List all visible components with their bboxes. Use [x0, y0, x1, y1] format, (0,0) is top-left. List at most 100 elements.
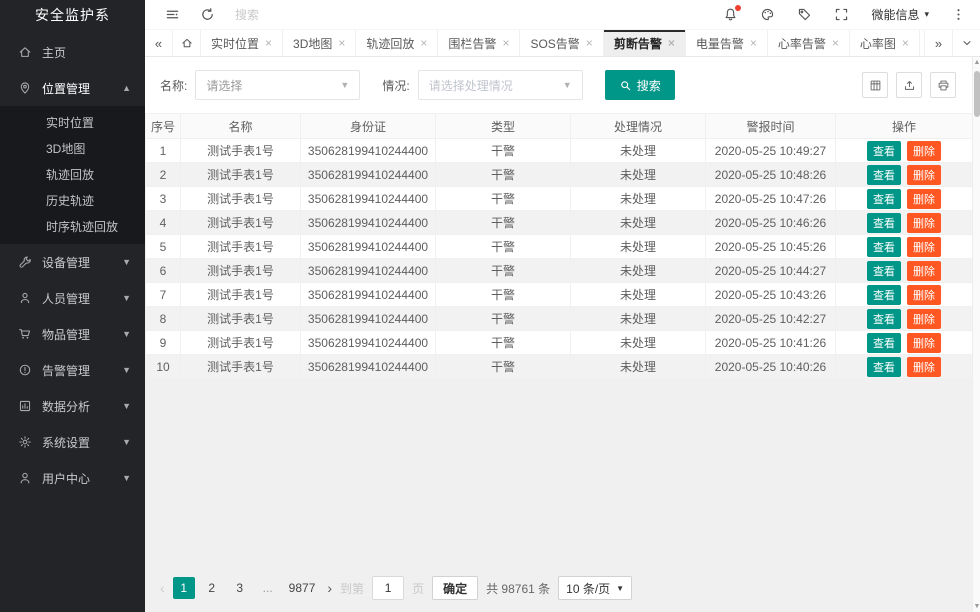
sidebar-subitem[interactable]: 轨迹回放 [0, 162, 145, 188]
sidebar-subitem[interactable]: 3D地图 [0, 136, 145, 162]
search-button[interactable]: 搜索 [605, 70, 675, 100]
page-number[interactable]: 3 [229, 577, 251, 599]
search-button-label: 搜索 [637, 77, 661, 94]
total-count-label: 共 98761 条 [486, 580, 550, 597]
fullscreen-icon[interactable] [834, 7, 849, 22]
page-ellipsis: ... [257, 577, 279, 599]
tab-item[interactable]: 电子点名统计图× [920, 30, 924, 56]
tab-item[interactable]: SOS告警× [520, 30, 603, 56]
tabs-scroll-right-icon[interactable]: » [924, 30, 952, 56]
user-menu[interactable]: 微能信息 ▾ [871, 6, 929, 23]
scroll-up-icon[interactable]: ▲ [973, 58, 980, 67]
delete-button[interactable]: 删除 [907, 309, 941, 329]
tab-item[interactable]: 实时位置× [201, 30, 283, 56]
delete-button[interactable]: 删除 [907, 189, 941, 209]
bell-icon[interactable] [723, 7, 738, 22]
table-row: 2测试手表1号350628199410244400干警未处理2020-05-25… [146, 163, 973, 187]
tab-item[interactable]: 心率告警× [768, 30, 850, 56]
delete-button[interactable]: 删除 [907, 165, 941, 185]
prev-page-icon[interactable]: ‹ [160, 577, 165, 599]
page-number[interactable]: 1 [173, 577, 195, 599]
tab-item[interactable]: 3D地图× [283, 30, 356, 56]
column-header: 类型 [436, 114, 571, 139]
tab-item[interactable]: 剪断告警× [604, 30, 686, 56]
tab-close-icon[interactable]: × [265, 37, 272, 49]
tab-item[interactable]: 轨迹回放× [356, 30, 438, 56]
sidebar-subitem[interactable]: 实时位置 [0, 110, 145, 136]
view-button[interactable]: 查看 [867, 141, 901, 161]
sidebar-item-people[interactable]: 人员管理▼ [0, 280, 145, 316]
tab-close-icon[interactable]: × [502, 37, 509, 49]
delete-button[interactable]: 删除 [907, 141, 941, 161]
more-menu-icon[interactable] [951, 7, 966, 22]
export-icon[interactable] [896, 72, 922, 98]
cell-id_card: 350628199410244400 [301, 259, 436, 283]
table-row: 5测试手表1号350628199410244400干警未处理2020-05-25… [146, 235, 973, 259]
tab-close-icon[interactable]: × [420, 37, 427, 49]
view-button[interactable]: 查看 [867, 189, 901, 209]
status-filter-select[interactable]: 请选择处理情况 ▼ [418, 70, 583, 100]
view-button[interactable]: 查看 [867, 261, 901, 281]
delete-button[interactable]: 删除 [907, 285, 941, 305]
tabs-scroll-left-icon[interactable]: « [145, 30, 173, 56]
tab-close-icon[interactable]: × [832, 37, 839, 49]
tab-item[interactable]: 围栏告警× [438, 30, 520, 56]
delete-button[interactable]: 删除 [907, 213, 941, 233]
view-button[interactable]: 查看 [867, 237, 901, 257]
page-size-select[interactable]: 10 条/页 ▼ [558, 576, 632, 600]
sidebar-item-chart[interactable]: 数据分析▼ [0, 388, 145, 424]
sidebar-item-location[interactable]: 位置管理▲ [0, 70, 145, 106]
sidebar-item-tools[interactable]: 设备管理▼ [0, 244, 145, 280]
sidebar-item-alert[interactable]: 告警管理▼ [0, 352, 145, 388]
view-button[interactable]: 查看 [867, 357, 901, 377]
refresh-icon[interactable] [200, 7, 215, 22]
tab-close-icon[interactable]: × [902, 37, 909, 49]
tab-close-icon[interactable]: × [586, 37, 593, 49]
search-input[interactable] [235, 8, 345, 22]
view-button[interactable]: 查看 [867, 213, 901, 233]
scrollbar-thumb[interactable] [974, 71, 980, 117]
sidebar-item-gear[interactable]: 系统设置▼ [0, 424, 145, 460]
cell-actions: 查看删除 [836, 211, 973, 235]
tab-item[interactable]: 心率图 × [850, 30, 920, 56]
tabs-dropdown-icon[interactable] [952, 30, 980, 56]
name-filter-select[interactable]: 请选择 ▼ [195, 70, 360, 100]
cell-name: 测试手表1号 [181, 211, 301, 235]
goto-confirm-button[interactable]: 确定 [432, 576, 478, 600]
cell-time: 2020-05-25 10:48:26 [706, 163, 836, 187]
delete-button[interactable]: 删除 [907, 237, 941, 257]
sidebar-item-cart[interactable]: 物品管理▼ [0, 316, 145, 352]
vertical-scrollbar[interactable]: ▲ ▼ [972, 57, 980, 612]
view-button[interactable]: 查看 [867, 309, 901, 329]
sidebar-subitem[interactable]: 时序轨迹回放 [0, 214, 145, 240]
tab-label: 心率图 [860, 35, 896, 52]
tabs-container: 实时位置×3D地图×轨迹回放×围栏告警×SOS告警×剪断告警×电量告警×心率告警… [201, 30, 924, 56]
tab-item[interactable]: 电量告警× [686, 30, 768, 56]
view-button[interactable]: 查看 [867, 165, 901, 185]
delete-button[interactable]: 删除 [907, 261, 941, 281]
cell-actions: 查看删除 [836, 235, 973, 259]
tab-close-icon[interactable]: × [750, 37, 757, 49]
goto-page-input[interactable] [372, 576, 404, 600]
filter-columns-icon[interactable] [862, 72, 888, 98]
sidebar-subitem[interactable]: 历史轨迹 [0, 188, 145, 214]
delete-button[interactable]: 删除 [907, 333, 941, 353]
page-number[interactable]: 9877 [285, 577, 320, 599]
tab-close-icon[interactable]: × [668, 37, 675, 49]
page-number[interactable]: 2 [201, 577, 223, 599]
view-button[interactable]: 查看 [867, 285, 901, 305]
menu-toggle-icon[interactable] [165, 7, 180, 22]
print-icon[interactable] [930, 72, 956, 98]
home-tab-icon[interactable] [173, 30, 201, 56]
sidebar-item-user[interactable]: 用户中心▼ [0, 460, 145, 496]
tab-close-icon[interactable]: × [338, 37, 345, 49]
scroll-down-icon[interactable]: ▼ [973, 602, 980, 611]
column-header: 序号 [146, 114, 181, 139]
delete-button[interactable]: 删除 [907, 357, 941, 377]
sidebar-item-home[interactable]: 主页 [0, 34, 145, 70]
tag-icon[interactable] [797, 7, 812, 22]
view-button[interactable]: 查看 [867, 333, 901, 353]
pagination: ‹ 123...9877 › 到第 页 确定 共 98761 条 10 条/页 … [160, 576, 980, 600]
next-page-icon[interactable]: › [327, 577, 332, 599]
theme-palette-icon[interactable] [760, 7, 775, 22]
